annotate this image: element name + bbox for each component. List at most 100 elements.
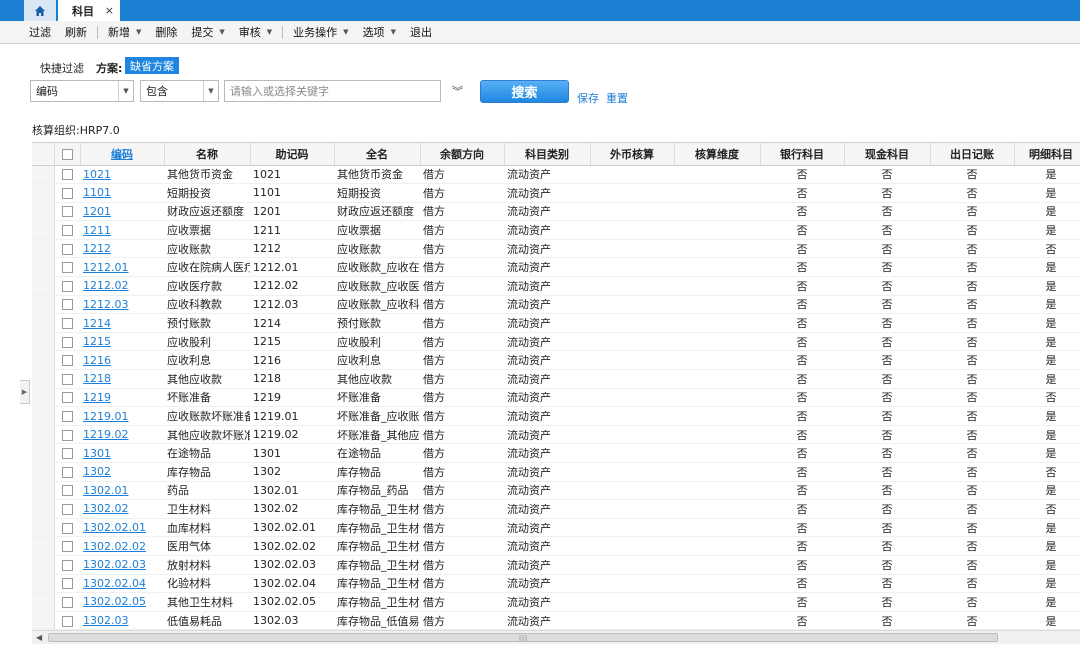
row-select-cell[interactable] <box>54 369 80 389</box>
filter-button[interactable]: 过滤 <box>22 21 58 44</box>
cell-code[interactable]: 1302.01 <box>80 481 164 501</box>
chevron-right-icon[interactable]: ▶ <box>20 380 30 404</box>
cell-code[interactable]: 1302.03 <box>80 611 164 630</box>
business-ops-button[interactable]: 业务操作 ▼ <box>286 21 355 44</box>
table-row[interactable]: 1201 财政应返还额度 1201 财政应返还额度 借方 流动资产否否否是 <box>32 202 1080 222</box>
arrow-left-icon[interactable]: ◀ <box>36 633 42 642</box>
operator-select[interactable]: 包含 ▼ <box>140 80 219 102</box>
column-header-code[interactable]: 编码 <box>80 143 165 166</box>
code-link[interactable]: 1302.02.04 <box>83 577 146 590</box>
row-checkbox[interactable] <box>61 429 73 441</box>
code-link[interactable]: 1302.02.05 <box>83 595 146 608</box>
code-link[interactable]: 1216 <box>83 354 111 367</box>
code-link[interactable]: 1212 <box>83 242 111 255</box>
table-row[interactable]: 1214 预付账款 1214 预付账款 借方 流动资产否否否是 <box>32 313 1080 333</box>
row-checkbox[interactable] <box>61 169 73 181</box>
save-link[interactable]: 保存 <box>577 90 599 106</box>
row-checkbox[interactable] <box>61 503 73 515</box>
row-select-cell[interactable] <box>54 518 80 538</box>
cell-code[interactable]: 1301 <box>80 443 164 463</box>
row-select-cell[interactable] <box>54 165 80 185</box>
cell-code[interactable]: 1302.02.04 <box>80 574 164 594</box>
row-select-cell[interactable] <box>54 481 80 501</box>
cell-code[interactable]: 1302.02 <box>80 499 164 519</box>
code-link[interactable]: 1302.01 <box>83 484 129 497</box>
row-select-cell[interactable] <box>54 313 80 333</box>
cell-code[interactable]: 1219.01 <box>80 406 164 426</box>
code-link[interactable]: 1219 <box>83 391 111 404</box>
code-link[interactable]: 1214 <box>83 317 111 330</box>
code-link[interactable]: 1302.02.02 <box>83 540 146 553</box>
row-checkbox[interactable] <box>61 225 73 237</box>
row-checkbox[interactable] <box>61 299 73 311</box>
table-row[interactable]: 1211 应收票据 1211 应收票据 借方 流动资产否否否是 <box>32 220 1080 240</box>
row-select-cell[interactable] <box>54 499 80 519</box>
row-checkbox[interactable] <box>61 243 73 255</box>
close-icon[interactable]: × <box>105 4 114 17</box>
cell-code[interactable]: 1212.03 <box>80 295 164 315</box>
table-row[interactable]: 1212 应收账款 1212 应收账款 借方 流动资产否否否否 <box>32 239 1080 259</box>
table-row[interactable]: 1302.02.05其他卫生材料1302.02.05库存物品_卫生材料借方流动资… <box>32 592 1080 612</box>
column-header-cash[interactable]: 现金科目 <box>844 143 931 166</box>
table-row[interactable]: 1302.02.04化验材料1302.02.04库存物品_卫生材料借方流动资产否… <box>32 574 1080 594</box>
code-link[interactable]: 1212.02 <box>83 279 129 292</box>
row-checkbox[interactable] <box>61 318 73 330</box>
column-header-dimension[interactable]: 核算维度 <box>674 143 761 166</box>
row-checkbox[interactable] <box>61 336 73 348</box>
row-checkbox[interactable] <box>61 206 73 218</box>
refresh-button[interactable]: 刷新 <box>58 21 94 44</box>
row-checkbox[interactable] <box>61 615 73 627</box>
row-checkbox[interactable] <box>61 466 73 478</box>
row-select-cell[interactable] <box>54 257 80 278</box>
row-select-cell[interactable] <box>54 202 80 222</box>
row-select-cell[interactable] <box>54 183 80 203</box>
code-link[interactable]: 1219.01 <box>83 410 129 423</box>
code-link[interactable]: 1021 <box>83 168 111 181</box>
code-link[interactable]: 1212.01 <box>83 261 129 274</box>
table-row[interactable]: 1219.01应收账款坏账准备1219.01坏账准备_应收账款借方流动资产否否否… <box>32 406 1080 426</box>
column-header-foreign-currency[interactable]: 外币核算 <box>590 143 675 166</box>
search-button[interactable]: 搜索 <box>480 80 569 103</box>
row-checkbox[interactable] <box>61 373 73 385</box>
cell-code[interactable]: 1201 <box>80 202 164 222</box>
code-link[interactable]: 1218 <box>83 372 111 385</box>
code-link[interactable]: 1212.03 <box>83 298 129 311</box>
row-select-cell[interactable] <box>54 220 80 240</box>
row-select-cell[interactable] <box>54 574 80 594</box>
table-row[interactable]: 1101 短期投资 1101 短期投资 借方 流动资产否否否是 <box>32 183 1080 203</box>
row-select-cell[interactable] <box>54 239 80 259</box>
row-checkbox[interactable] <box>61 522 73 534</box>
row-select-cell[interactable] <box>54 592 80 612</box>
column-header-balance-direction[interactable]: 余额方向 <box>420 143 505 166</box>
table-row[interactable]: 1302.03低值易耗品1302.03库存物品_低值易耗借方流动资产否否否是 <box>32 611 1080 630</box>
row-select-cell[interactable] <box>54 443 80 463</box>
cell-code[interactable]: 1212.01 <box>80 257 164 278</box>
table-row[interactable]: 1301 在途物品 1301 在途物品 借方 流动资产否否否是 <box>32 443 1080 463</box>
table-row[interactable]: 1302 库存物品 1302 库存物品 借方 流动资产否否否否 <box>32 462 1080 482</box>
cell-code[interactable]: 1302 <box>80 462 164 482</box>
table-row[interactable]: 1302.01 药品 1302.01 库存物品_药品 借方 流动资产否否否是 <box>32 481 1080 501</box>
column-header-journal[interactable]: 出日记账 <box>930 143 1015 166</box>
code-link[interactable]: 1301 <box>83 447 111 460</box>
table-row[interactable]: 1302.02.03放射材料1302.02.03库存物品_卫生材料借方流动资产否… <box>32 555 1080 575</box>
horizontal-scrollbar[interactable]: ◀ ||| <box>32 630 1080 644</box>
cell-code[interactable]: 1211 <box>80 220 164 240</box>
table-row[interactable]: 1302.02.02医用气体1302.02.02库存物品_卫生材料借方流动资产否… <box>32 536 1080 556</box>
code-link[interactable]: 1302.02.01 <box>83 521 146 534</box>
column-header-detail[interactable]: 明细科目 <box>1014 143 1080 166</box>
code-link[interactable]: 1215 <box>83 335 111 348</box>
cell-code[interactable]: 1219 <box>80 388 164 408</box>
cell-code[interactable]: 1215 <box>80 332 164 352</box>
row-select-cell[interactable] <box>54 350 80 371</box>
double-chevron-down-icon[interactable]: ︾ <box>452 83 463 99</box>
column-header-category[interactable]: 科目类别 <box>504 143 591 166</box>
code-link[interactable]: 1302.03 <box>83 614 129 627</box>
row-checkbox[interactable] <box>61 392 73 404</box>
select-all-checkbox[interactable] <box>61 148 73 160</box>
audit-button[interactable]: 审核 ▼ <box>232 21 279 44</box>
row-select-cell[interactable] <box>54 332 80 352</box>
row-checkbox[interactable] <box>61 280 73 292</box>
cell-code[interactable]: 1021 <box>80 165 164 185</box>
row-select-cell[interactable] <box>54 555 80 575</box>
row-select-cell[interactable] <box>54 406 80 426</box>
